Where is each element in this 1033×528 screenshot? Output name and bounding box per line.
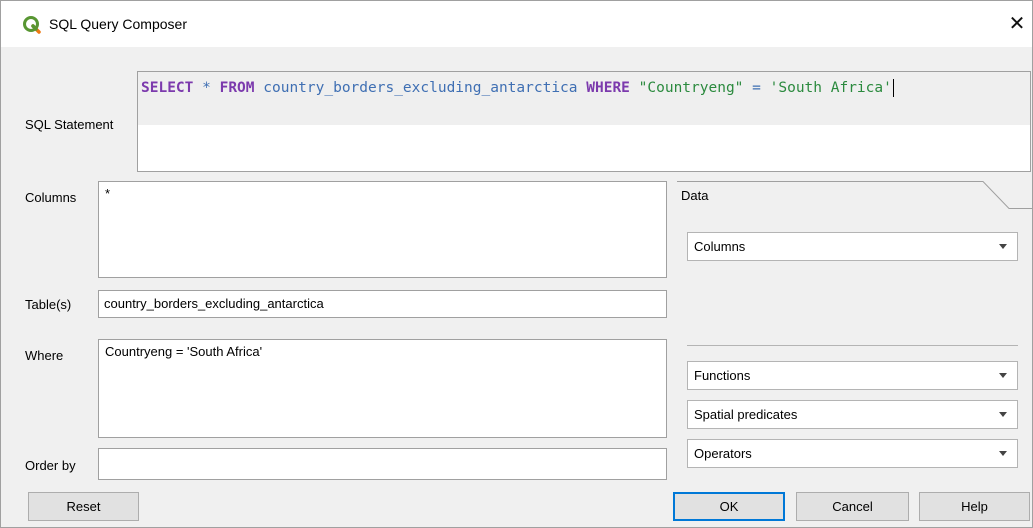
- chevron-down-icon: [999, 451, 1007, 456]
- operators-combobox-value: Operators: [694, 446, 752, 461]
- reset-button[interactable]: Reset: [28, 492, 139, 521]
- sql-operator: =: [752, 80, 761, 96]
- sql-keyword-where: WHERE: [586, 80, 630, 96]
- functions-combobox[interactable]: Functions: [687, 361, 1018, 390]
- sql-query-composer-dialog: SQL Query Composer ✕ SQL Statement SELEC…: [0, 0, 1033, 528]
- tab-data[interactable]: Data: [681, 188, 708, 203]
- panel-divider: [687, 345, 1018, 346]
- tables-label: Table(s): [25, 297, 72, 312]
- chevron-down-icon: [999, 373, 1007, 378]
- sql-keyword-from: FROM: [219, 80, 255, 96]
- functions-combobox-value: Functions: [694, 368, 751, 383]
- order-by-field[interactable]: [98, 448, 667, 480]
- data-tab-frame: [677, 181, 1032, 219]
- sql-code: SELECT * FROM country_borders_excluding_…: [141, 77, 1021, 100]
- chevron-down-icon: [999, 412, 1007, 417]
- qgis-logo-icon: [23, 16, 41, 34]
- columns-label: Columns: [25, 190, 77, 205]
- where-field[interactable]: Countryeng = 'South Africa': [98, 339, 667, 438]
- sql-string-value: 'South Africa': [769, 80, 892, 96]
- help-button[interactable]: Help: [919, 492, 1030, 521]
- sql-statement-editor[interactable]: SELECT * FROM country_borders_excluding_…: [137, 71, 1031, 172]
- sql-statement-label: SQL Statement: [25, 117, 114, 132]
- ok-button[interactable]: OK: [673, 492, 785, 521]
- sql-field-name: "Countryeng": [638, 80, 744, 96]
- where-label: Where: [25, 348, 64, 363]
- sql-keyword-select: SELECT: [141, 80, 194, 96]
- chevron-down-icon: [999, 244, 1007, 249]
- title-bar[interactable]: SQL Query Composer ✕: [1, 1, 1032, 47]
- order-by-label: Order by: [25, 458, 76, 473]
- close-icon[interactable]: ✕: [1002, 9, 1032, 39]
- columns-combobox-value: Columns: [694, 239, 746, 254]
- columns-field[interactable]: *: [98, 181, 667, 278]
- cancel-button[interactable]: Cancel: [796, 492, 909, 521]
- window-title: SQL Query Composer: [49, 16, 187, 32]
- sql-star: *: [202, 80, 211, 96]
- spatial-predicates-combobox-value: Spatial predicates: [694, 407, 798, 422]
- operators-combobox[interactable]: Operators: [687, 439, 1018, 468]
- columns-combobox[interactable]: Columns: [687, 232, 1018, 261]
- text-cursor: [892, 79, 894, 97]
- spatial-predicates-combobox[interactable]: Spatial predicates: [687, 400, 1018, 429]
- tables-field[interactable]: country_borders_excluding_antarctica: [98, 290, 667, 318]
- sql-table-name: country_borders_excluding_antarctica: [263, 80, 578, 96]
